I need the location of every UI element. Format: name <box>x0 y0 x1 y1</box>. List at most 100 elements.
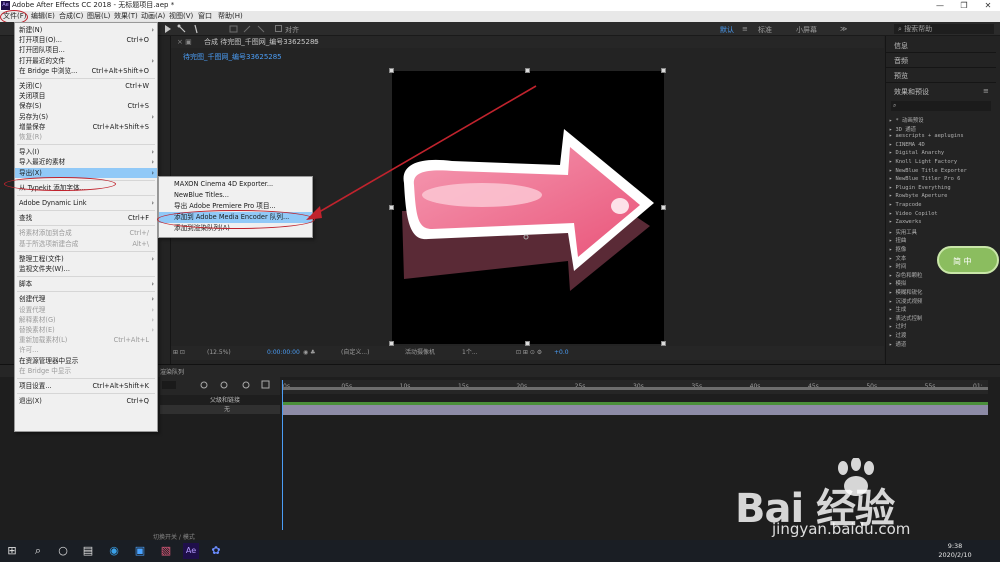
minimize-button[interactable]: — <box>928 0 952 11</box>
file-menu-item[interactable]: 重新加载素材(L) Ctrl+Alt+L <box>15 335 157 345</box>
help-search-input[interactable]: ⌕ 搜索帮助 <box>894 24 994 34</box>
info-panel-tab[interactable]: 信息 <box>894 41 908 51</box>
file-menu-item[interactable]: 脚本 › <box>15 279 157 289</box>
effect-category[interactable]: ▸ 3D 通道 <box>889 125 916 133</box>
transform-handle[interactable] <box>525 68 530 73</box>
comp-sub-tab[interactable]: 待完图_千图网_编号33625285 <box>183 52 282 62</box>
file-menu-item[interactable]: 查找 Ctrl+F <box>15 213 157 223</box>
effect-category[interactable]: ▸ 杂色和颗粒 <box>889 271 922 279</box>
effect-category[interactable]: ▸ Video Copilot <box>889 211 938 217</box>
snapshot-icon[interactable]: ◉ ♣ <box>303 346 316 360</box>
comp-tab[interactable]: × ▣ 合成 待完图_千图网_编号33625285 ≡ <box>171 36 884 48</box>
effect-category[interactable]: ▸ aescripts + aeplugins <box>889 133 964 139</box>
clock[interactable]: 9:38 2020/2/10 <box>935 542 975 560</box>
close-tab-icon[interactable]: × ▣ <box>177 36 192 48</box>
effect-category[interactable]: ▸ 通道 <box>889 340 906 348</box>
workspace-standard[interactable]: 标准 <box>758 25 772 35</box>
effect-category[interactable]: ▸ 模拟 <box>889 279 906 287</box>
file-menu-item[interactable]: Adobe Dynamic Link › <box>15 198 157 208</box>
workspace-more[interactable]: ≫ <box>840 25 847 33</box>
layer-duration-bar[interactable] <box>283 405 988 415</box>
cortana-icon[interactable]: ○ <box>55 543 71 559</box>
effect-category[interactable]: ▸ 生成 <box>889 305 906 313</box>
effect-category[interactable]: ▸ Digital Anarchy <box>889 150 944 156</box>
effect-category[interactable]: ▸ 实用工具 <box>889 228 917 236</box>
resolution-dropdown[interactable]: (自定义...) <box>341 346 369 360</box>
close-button[interactable]: ✕ <box>976 0 1000 11</box>
timeline-switch-icons[interactable] <box>160 377 280 395</box>
export-submenu-item[interactable]: MAXON Cinema 4D Exporter... <box>159 179 312 190</box>
file-menu-item[interactable]: 解释素材(G) › <box>15 315 157 325</box>
search-icon[interactable]: ⌕ <box>30 543 46 559</box>
preview-panel-tab[interactable]: 预览 <box>894 71 908 81</box>
file-menu-item[interactable]: 创建代理 › <box>15 294 157 304</box>
effect-category[interactable]: ▸ 时间 <box>889 262 906 270</box>
browser-icon[interactable]: ◉ <box>106 543 122 559</box>
render-queue-tab[interactable]: 渲染队列 <box>160 367 184 376</box>
file-menu-item[interactable]: 在 Bridge 中显示 <box>15 366 157 376</box>
explorer-icon[interactable]: ▣ <box>132 543 148 559</box>
effect-category[interactable]: ▸ 沉浸式视频 <box>889 297 922 305</box>
file-menu-item[interactable]: 监视文件夹(W)... <box>15 264 157 274</box>
maximize-button[interactable]: ❐ <box>952 0 976 11</box>
file-menu-item[interactable]: 打开最近的文件 › <box>15 56 157 66</box>
parent-dropdown[interactable]: 无 <box>224 405 230 414</box>
transform-handle[interactable] <box>661 68 666 73</box>
playhead[interactable] <box>282 380 283 540</box>
workspace-menu-icon[interactable]: ≡ <box>742 25 748 33</box>
work-area-bar[interactable] <box>283 387 988 390</box>
exposure-value[interactable]: +0.0 <box>554 346 569 360</box>
view-icons[interactable]: ⊡ ⊞ ⊙ ⚙ <box>516 346 542 360</box>
effect-category[interactable]: ▸ 过渡 <box>889 331 906 339</box>
effect-category[interactable]: ▸ 扭曲 <box>889 236 906 244</box>
menu-window[interactable]: 窗口 <box>198 11 212 22</box>
layer-row[interactable]: 无 <box>160 405 280 414</box>
effect-category[interactable]: ▸ Plugin Everything <box>889 185 951 191</box>
timecode[interactable]: 0:00:00:00 <box>267 346 300 360</box>
camera-dropdown[interactable]: 活动摄像机 <box>405 346 435 360</box>
effect-category[interactable]: ▸ * 动画预设 <box>889 116 924 124</box>
export-submenu-item[interactable]: NewBlue Titles... <box>159 190 312 201</box>
file-menu-item[interactable]: 在 Bridge 中浏览... Ctrl+Alt+Shift+O <box>15 66 157 76</box>
menu-effect[interactable]: 效果(T) <box>114 11 138 22</box>
menu-animation[interactable]: 动画(A) <box>141 11 165 22</box>
file-menu-item[interactable]: 关闭项目 <box>15 91 157 101</box>
effect-category[interactable]: ▸ 模糊和锐化 <box>889 288 922 296</box>
effects-presets-tab[interactable]: 效果和预设 <box>894 87 929 97</box>
zoom-dropdown[interactable]: (12.5%) <box>207 346 231 360</box>
app-icon[interactable]: ▧ <box>158 543 174 559</box>
file-menu-item[interactable]: 另存为(S) › <box>15 112 157 122</box>
file-menu-item[interactable]: 项目设置... Ctrl+Alt+Shift+K <box>15 381 157 391</box>
tool-icons[interactable] <box>163 24 223 34</box>
menu-help[interactable]: 帮助(H) <box>218 11 243 22</box>
file-menu-item[interactable]: 增量保存 Ctrl+Alt+Shift+S <box>15 122 157 132</box>
menu-edit[interactable]: 编辑(E) <box>31 11 55 22</box>
workspace-small-screen[interactable]: 小屏幕 <box>796 25 817 35</box>
effects-search-input[interactable]: ⌕ <box>891 101 991 111</box>
menu-composition[interactable]: 合成(C) <box>59 11 83 22</box>
effect-category[interactable]: ▸ 表达式控制 <box>889 314 922 322</box>
effect-category[interactable]: ▸ NewBlue Titler Pro 6 <box>889 176 960 182</box>
transform-handle[interactable] <box>661 205 666 210</box>
file-menu-item[interactable]: 替换素材(E) › <box>15 325 157 335</box>
menu-layer[interactable]: 图层(L) <box>87 11 110 22</box>
effect-category[interactable]: ▸ CINEMA 4D <box>889 142 925 148</box>
file-menu-item[interactable]: 导出(X) › <box>15 167 157 178</box>
transform-handle[interactable] <box>389 68 394 73</box>
effect-category[interactable]: ▸ NewBlue Title Exporter <box>889 168 967 174</box>
workspace-default[interactable]: 默认 <box>720 25 734 35</box>
ime-widget[interactable]: 简 中 <box>937 246 999 274</box>
effect-category[interactable]: ▸ 过时 <box>889 322 906 330</box>
effect-category[interactable]: ▸ Zaxwerks <box>889 219 921 225</box>
menu-view[interactable]: 视图(V) <box>169 11 193 22</box>
windows-start-icon[interactable]: ⊞ <box>4 543 20 559</box>
file-menu-item[interactable]: 保存(S) Ctrl+S <box>15 101 157 111</box>
effect-category[interactable]: ▸ 文本 <box>889 254 906 262</box>
file-menu-item[interactable]: 退出(X) Ctrl+Q <box>15 396 157 406</box>
after-effects-taskbar-icon[interactable]: Ae <box>183 543 199 559</box>
file-menu-item[interactable]: 整理工程(文件) › <box>15 254 157 264</box>
align-checkbox[interactable] <box>275 25 282 32</box>
file-menu-item[interactable]: 新建(N) › <box>15 25 157 35</box>
magnify-icon[interactable]: ⊞ ⊡ <box>173 346 185 360</box>
tab-menu-icon[interactable]: ≡ <box>313 36 319 48</box>
